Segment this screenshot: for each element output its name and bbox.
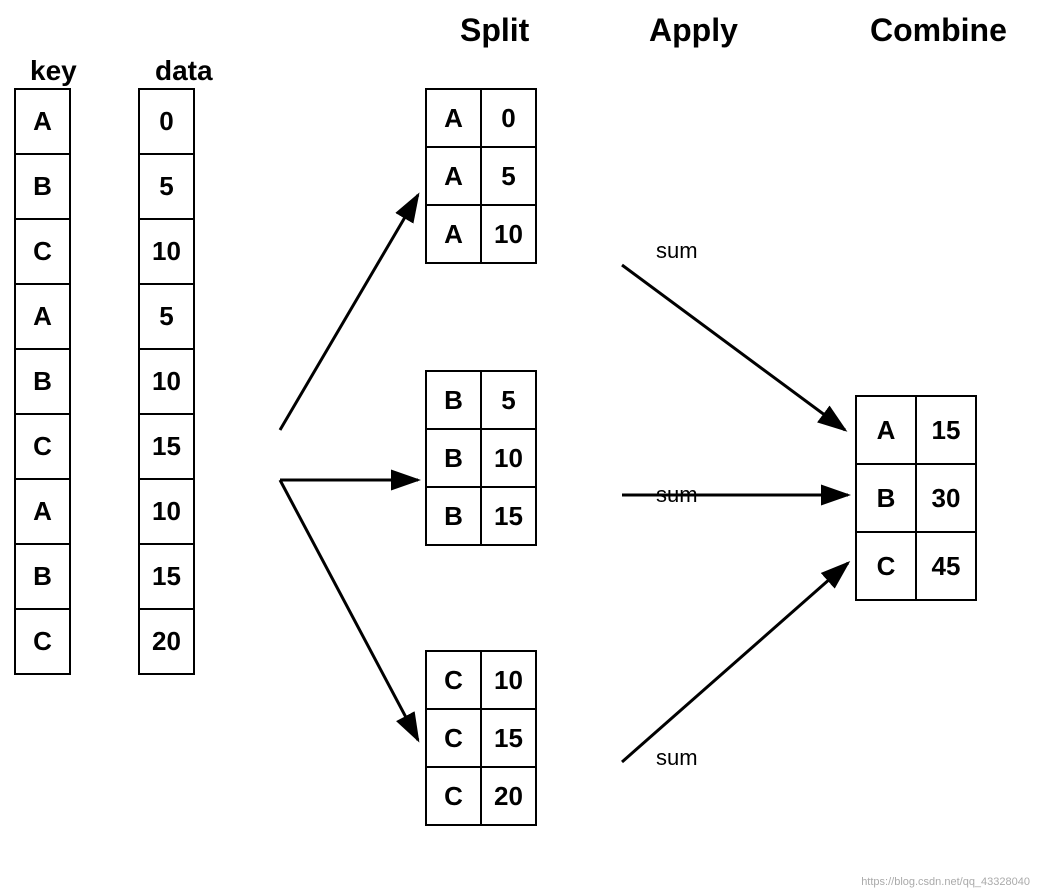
split-group-b: B5B10B15 <box>425 370 537 546</box>
data-label: data <box>155 55 213 87</box>
data-table: 051051015101520 <box>138 88 195 675</box>
result-table: A15B30C45 <box>855 395 977 601</box>
combine-title: Combine <box>870 12 1007 49</box>
apply-title: Apply <box>649 12 738 49</box>
split-title: Split <box>460 12 529 49</box>
key-label: key <box>30 55 77 87</box>
split-group-c: C10C15C20 <box>425 650 537 826</box>
watermark: https://blog.csdn.net/qq_43328040 <box>861 876 1030 888</box>
split-group-a: A0A5A10 <box>425 88 537 264</box>
key-table: ABCABCABC <box>14 88 71 675</box>
sum-label-b: sum <box>656 482 698 508</box>
sum-label-c: sum <box>656 745 698 771</box>
sum-label-a: sum <box>656 238 698 264</box>
